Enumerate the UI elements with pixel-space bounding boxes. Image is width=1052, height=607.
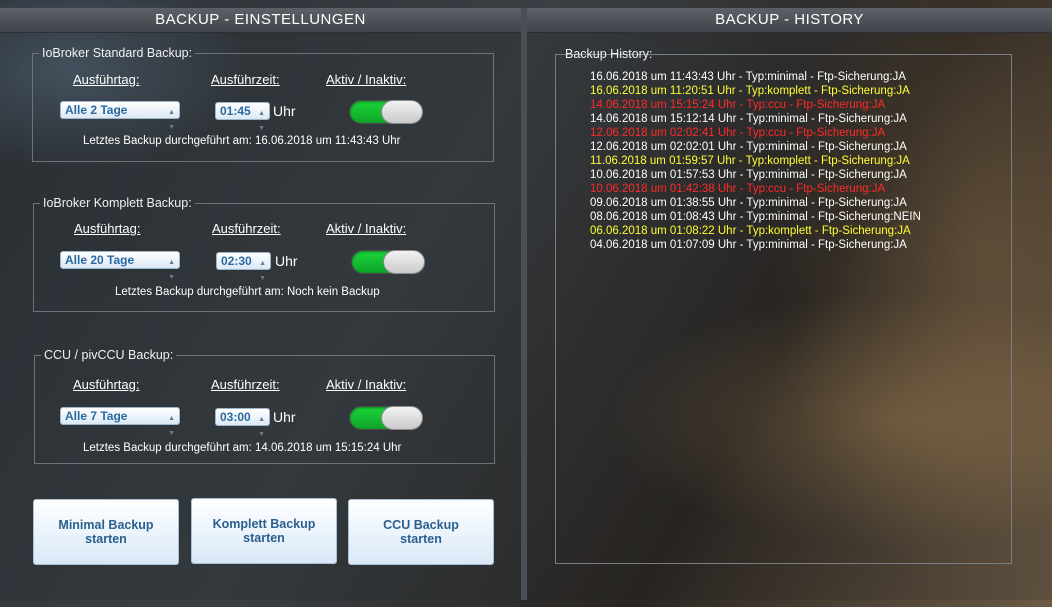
time-select-value: 02:30 bbox=[221, 254, 252, 268]
history-entry: 12.06.2018 um 02:02:41 Uhr - Typ:ccu - F… bbox=[590, 127, 886, 139]
column-label-day: Ausführtag: bbox=[73, 72, 140, 87]
active-toggle[interactable] bbox=[351, 250, 425, 274]
day-select[interactable]: Alle 7 Tage ▲ ▼ bbox=[60, 407, 180, 437]
column-label-active: Aktiv / Inaktiv: bbox=[326, 72, 407, 87]
day-select-value: Alle 20 Tage bbox=[65, 253, 135, 267]
column-label-day: Ausführtag: bbox=[73, 377, 140, 392]
time-unit: Uhr bbox=[275, 253, 298, 269]
active-toggle[interactable] bbox=[349, 406, 423, 430]
active-toggle[interactable] bbox=[349, 100, 423, 124]
day-select[interactable]: Alle 2 Tage ▲ ▼ bbox=[60, 101, 180, 131]
column-label-day: Ausführtag: bbox=[74, 221, 141, 236]
column-label-active: Aktiv / Inaktiv: bbox=[326, 221, 407, 236]
history-entry: 11.06.2018 um 01:59:57 Uhr - Typ:komplet… bbox=[590, 155, 910, 167]
start-minimal-backup-button[interactable]: Minimal Backup starten bbox=[33, 499, 179, 565]
updown-chevron-icon: ▲ ▼ bbox=[259, 260, 266, 282]
toggle-knob bbox=[381, 406, 423, 430]
group-legend: IoBroker Standard Backup: bbox=[42, 46, 193, 60]
column-label-time: Ausführzeit: bbox=[211, 72, 280, 87]
updown-chevron-icon: ▲ ▼ bbox=[168, 109, 175, 131]
column-label-active: Aktiv / Inaktiv: bbox=[326, 377, 407, 392]
updown-chevron-icon: ▲ ▼ bbox=[168, 259, 175, 281]
column-label-time: Ausführzeit: bbox=[211, 377, 280, 392]
history-header: BACKUP - HISTORY bbox=[527, 8, 1052, 33]
time-unit: Uhr bbox=[273, 103, 296, 119]
updown-chevron-icon: ▲ ▼ bbox=[258, 416, 265, 438]
last-backup-text: Letztes Backup durchgeführt am: Noch kei… bbox=[115, 286, 380, 298]
history-entry: 16.06.2018 um 11:43:43 Uhr - Typ:minimal… bbox=[590, 71, 906, 83]
history-entry: 14.06.2018 um 15:15:24 Uhr - Typ:ccu - F… bbox=[590, 99, 886, 111]
time-select[interactable]: 03:00 ▲ ▼ bbox=[215, 408, 270, 438]
history-entry: 10.06.2018 um 01:57:53 Uhr - Typ:minimal… bbox=[590, 169, 907, 181]
group-legend: CCU / pivCCU Backup: bbox=[44, 348, 174, 362]
time-select[interactable]: 01:45 ▲ ▼ bbox=[215, 102, 270, 132]
last-backup-text: Letztes Backup durchgeführt am: 14.06.20… bbox=[83, 442, 402, 454]
updown-chevron-icon: ▲ ▼ bbox=[258, 110, 265, 132]
button-label: CCU Backup starten bbox=[383, 518, 459, 546]
start-ccu-backup-button[interactable]: CCU Backup starten bbox=[348, 499, 494, 565]
button-label: Minimal Backup starten bbox=[58, 518, 154, 546]
column-label-time: Ausführzeit: bbox=[212, 221, 281, 236]
history-panel: BACKUP - HISTORY Backup History: 16.06.2… bbox=[527, 8, 1052, 600]
time-select-value: 03:00 bbox=[220, 410, 251, 424]
settings-header: BACKUP - EINSTELLUNGEN bbox=[0, 8, 521, 33]
button-label: Komplett Backup starten bbox=[212, 517, 316, 545]
history-legend: Backup History: bbox=[565, 47, 653, 61]
history-entry: 16.06.2018 um 11:20:51 Uhr - Typ:komplet… bbox=[590, 85, 910, 97]
time-unit: Uhr bbox=[273, 409, 296, 425]
settings-panel: BACKUP - EINSTELLUNGEN IoBroker Standard… bbox=[0, 8, 521, 600]
history-entry: 04.06.2018 um 01:07:09 Uhr - Typ:minimal… bbox=[590, 239, 907, 251]
start-komplett-backup-button[interactable]: Komplett Backup starten bbox=[191, 498, 337, 564]
history-entry: 08.06.2018 um 01:08:43 Uhr - Typ:minimal… bbox=[590, 211, 921, 223]
history-box: Backup History: 16.06.2018 um 11:43:43 U… bbox=[555, 47, 1012, 564]
time-select-value: 01:45 bbox=[220, 104, 251, 118]
updown-chevron-icon: ▲ ▼ bbox=[168, 415, 175, 437]
day-select-value: Alle 2 Tage bbox=[65, 103, 128, 117]
group-legend: IoBroker Komplett Backup: bbox=[43, 196, 192, 210]
history-entry: 14.06.2018 um 15:12:14 Uhr - Typ:minimal… bbox=[590, 113, 907, 125]
toggle-knob bbox=[383, 250, 425, 274]
history-entry: 10.06.2018 um 01:42:38 Uhr - Typ:ccu - F… bbox=[590, 183, 886, 195]
toggle-knob bbox=[381, 100, 423, 124]
history-entry: 06.06.2018 um 01:08:22 Uhr - Typ:komplet… bbox=[590, 225, 911, 237]
day-select[interactable]: Alle 20 Tage ▲ ▼ bbox=[60, 251, 180, 281]
history-entry: 12.06.2018 um 02:02:01 Uhr - Typ:minimal… bbox=[590, 141, 907, 153]
last-backup-text: Letztes Backup durchgeführt am: 16.06.20… bbox=[83, 135, 401, 147]
time-select[interactable]: 02:30 ▲ ▼ bbox=[216, 252, 271, 282]
day-select-value: Alle 7 Tage bbox=[65, 409, 128, 423]
history-entry: 09.06.2018 um 01:38:55 Uhr - Typ:minimal… bbox=[590, 197, 907, 209]
